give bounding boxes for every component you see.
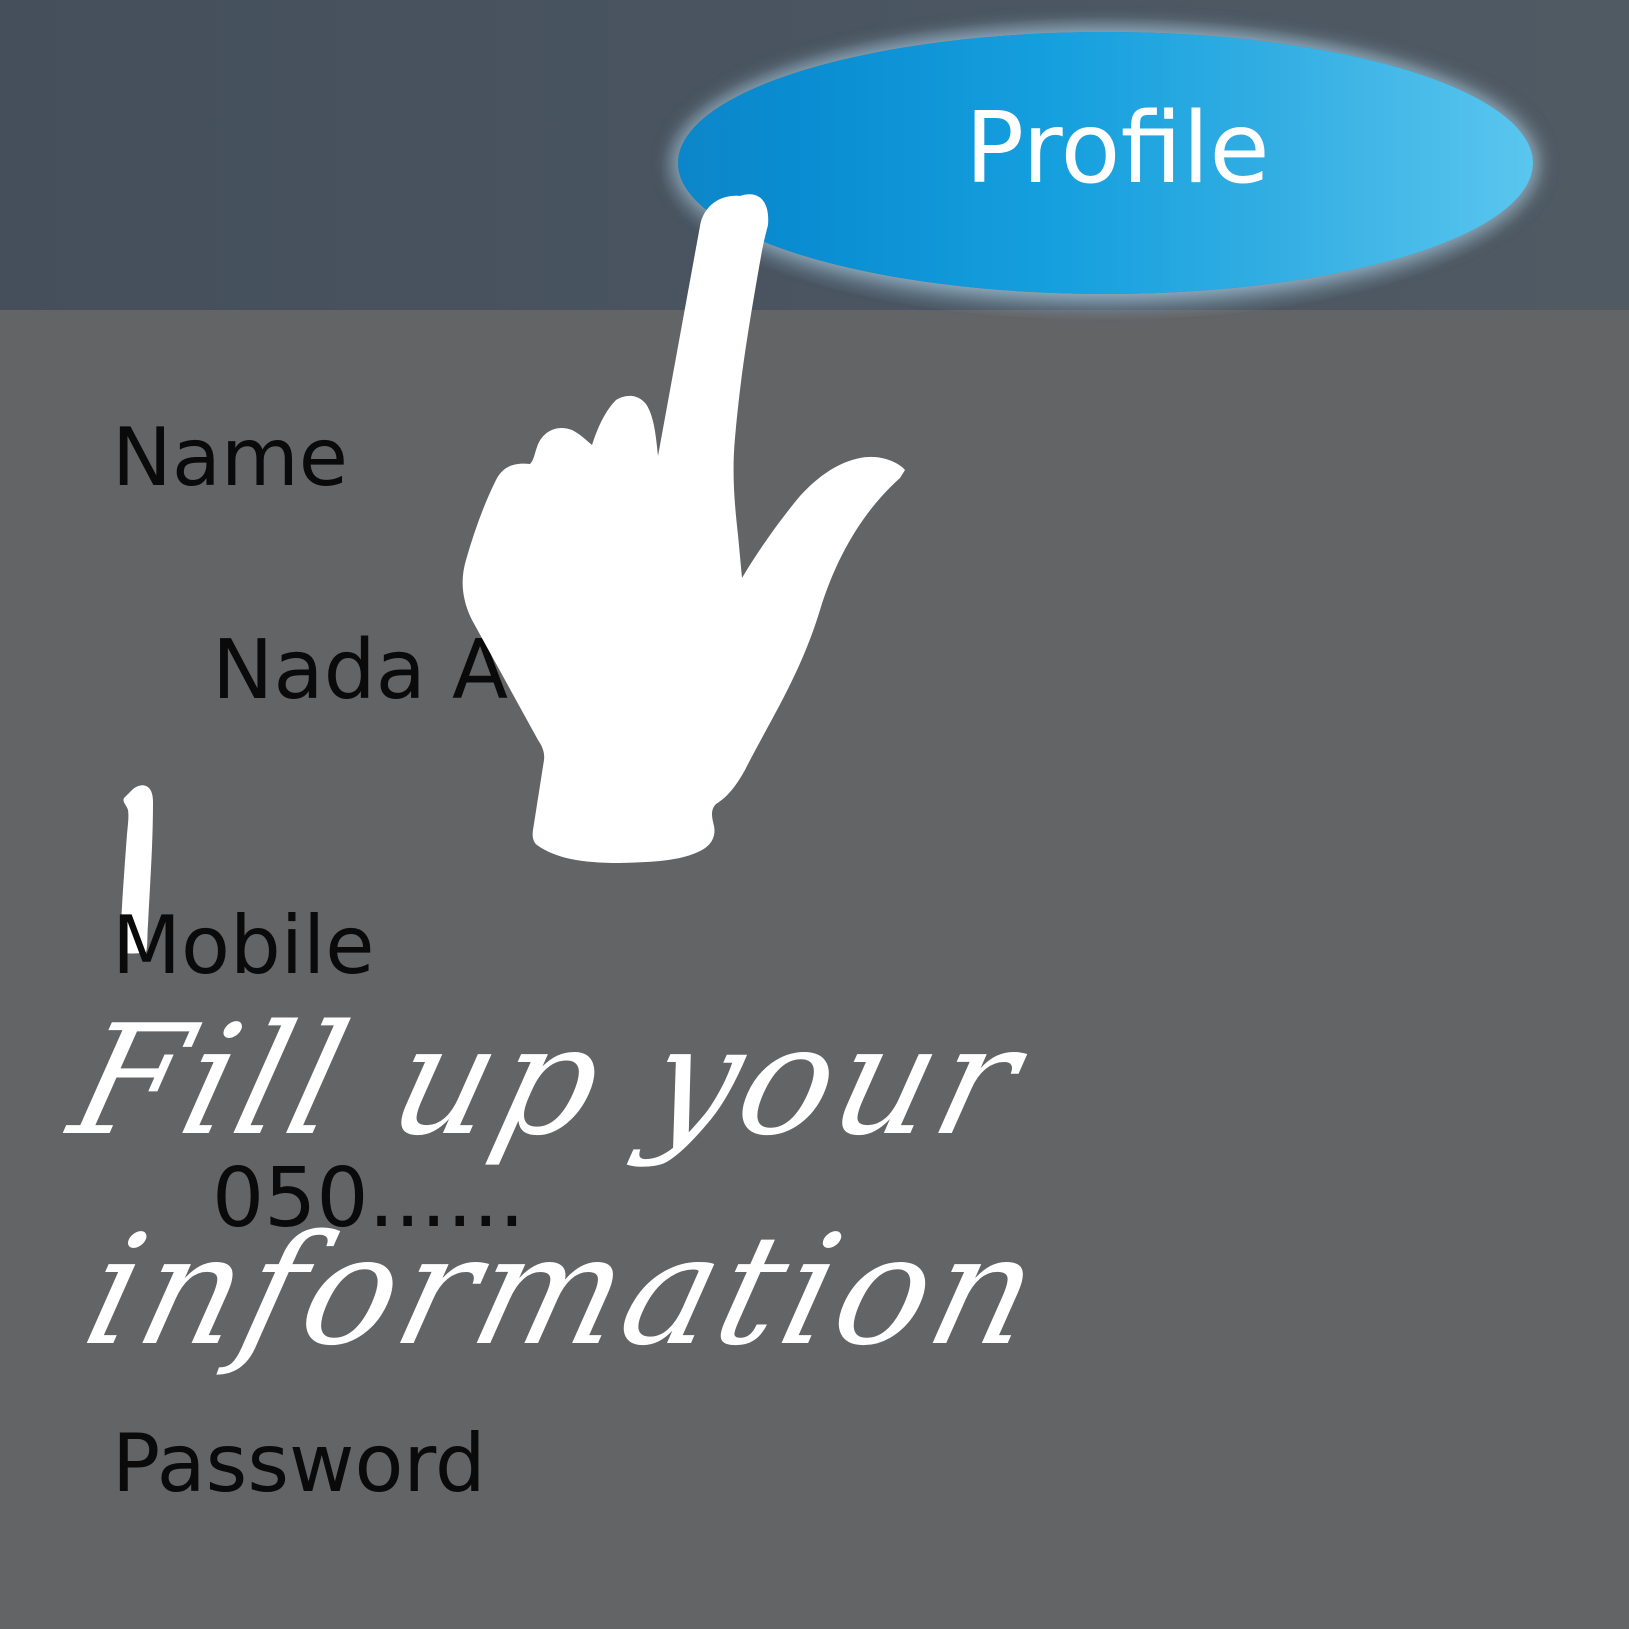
password-label: Password (112, 1417, 486, 1510)
caption-line-2: information (70, 1202, 1059, 1379)
caption-line-1: Fill up your (56, 992, 1040, 1169)
profile-button-label[interactable]: Profile (965, 100, 1305, 198)
name-label: Name (112, 411, 349, 504)
pointing-hand-icon (462, 194, 905, 863)
mobile-label: Mobile (112, 899, 375, 992)
